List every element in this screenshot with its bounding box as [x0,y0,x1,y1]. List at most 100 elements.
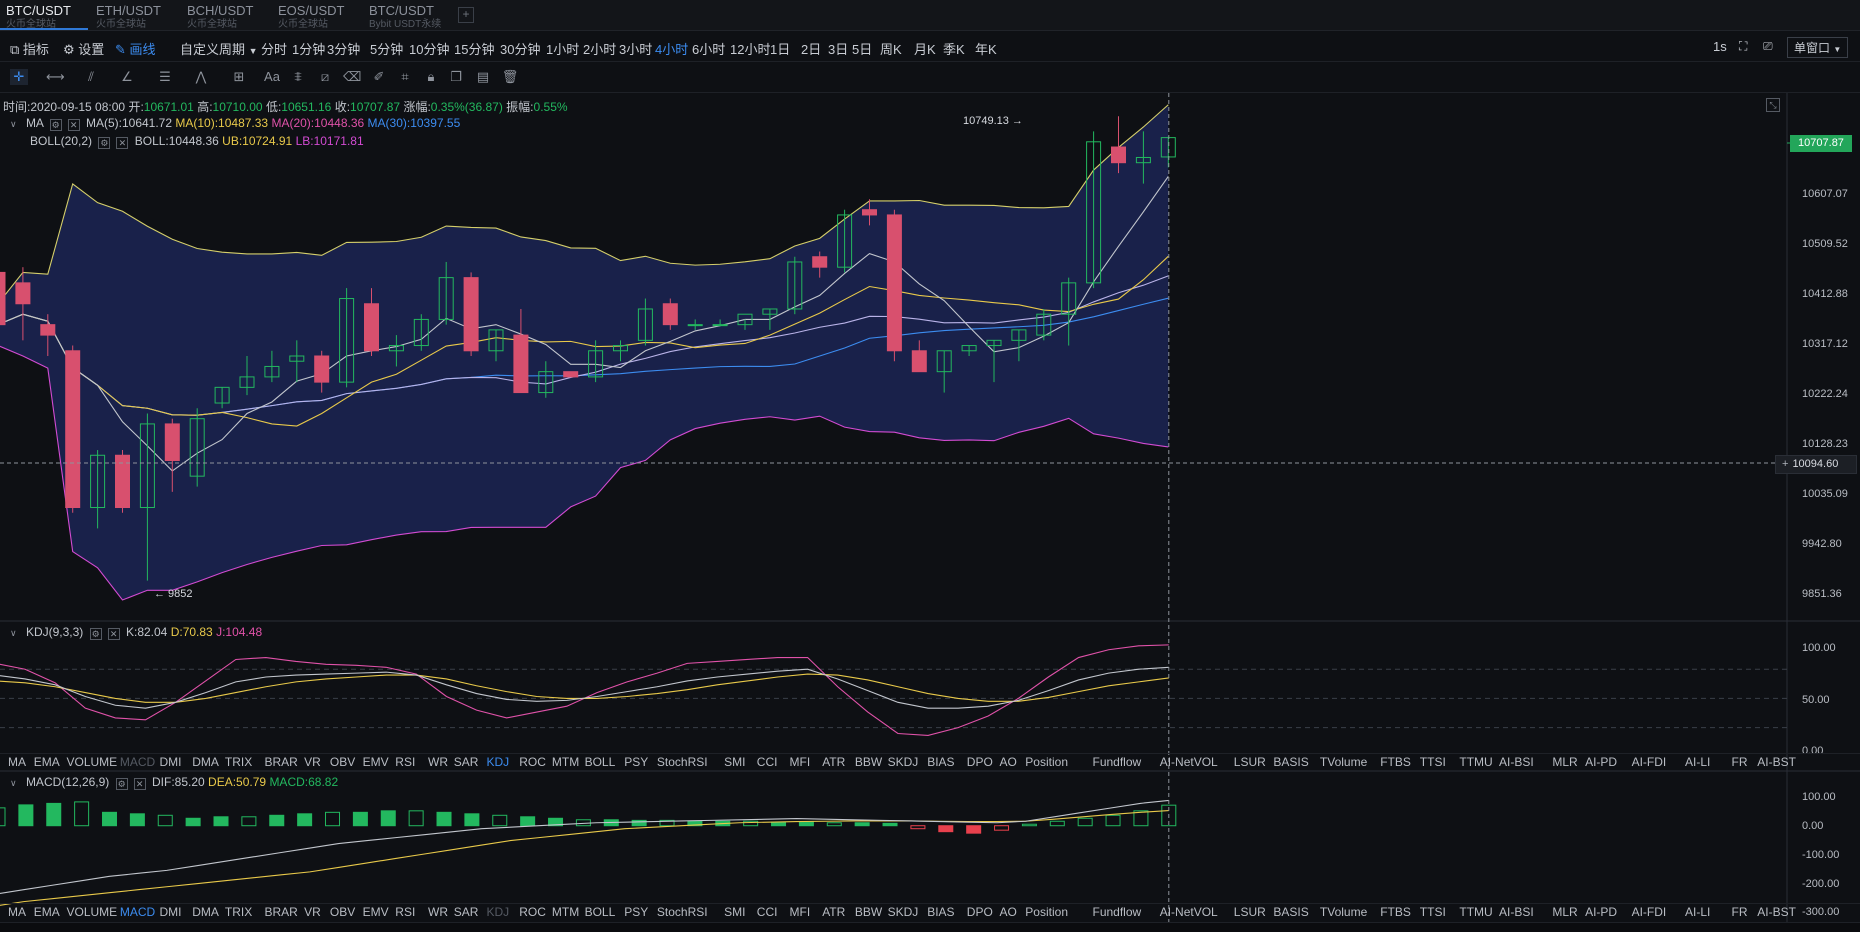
indicator-bias[interactable]: BIAS [927,905,954,919]
indicator-macd[interactable]: MACD [120,905,155,919]
indicator-ma[interactable]: MA [8,755,26,769]
indicator-roc[interactable]: ROC [519,755,546,769]
indicator-psy[interactable]: PSY [624,905,648,919]
indicator-trix[interactable]: TRIX [225,905,252,919]
indicator-emv[interactable]: EMV [363,755,389,769]
indicator-dmi[interactable]: DMI [160,905,182,919]
indicator-trix[interactable]: TRIX [225,755,252,769]
indicator-psy[interactable]: PSY [624,755,648,769]
indicator-ema[interactable]: EMA [34,755,60,769]
indicator-emv[interactable]: EMV [363,905,389,919]
indicator-bbw[interactable]: BBW [855,755,882,769]
indicator-ai-netvol[interactable]: AI-NetVOL [1160,755,1218,769]
indicator-lsur[interactable]: LSUR [1234,755,1266,769]
close-icon[interactable]: ✕ [133,778,146,790]
indicator-stochrsi[interactable]: StochRSI [657,905,708,919]
indicator-dpo[interactable]: DPO [967,905,993,919]
indicator-boll[interactable]: BOLL [585,905,616,919]
indicator-ftbs[interactable]: FTBS [1380,905,1411,919]
indicator-volume[interactable]: VOLUME [67,905,118,919]
settings-icon[interactable]: ⚙ [49,119,62,131]
close-icon[interactable]: ✕ [116,137,129,149]
indicator-ema[interactable]: EMA [34,905,60,919]
collapse-icon[interactable]: ∨ [10,119,17,129]
indicator-skdj[interactable]: SKDJ [888,755,919,769]
indicator-bias[interactable]: BIAS [927,755,954,769]
indicator-ai-fdi[interactable]: AI-FDI [1632,905,1667,919]
indicator-kdj[interactable]: KDJ [487,905,510,919]
indicator-ao[interactable]: AO [1000,905,1017,919]
indicator-boll[interactable]: BOLL [585,755,616,769]
indicator-mfi[interactable]: MFI [790,755,811,769]
indicator-roc[interactable]: ROC [519,905,546,919]
close-icon[interactable]: ✕ [107,628,120,640]
indicator-ai-pd[interactable]: AI-PD [1585,755,1617,769]
indicator-ai-netvol[interactable]: AI-NetVOL [1160,905,1218,919]
indicator-ttmu[interactable]: TTMU [1459,905,1492,919]
indicator-fundflow[interactable]: Fundflow [1093,755,1142,769]
indicator-smi[interactable]: SMI [724,755,745,769]
indicator-skdj[interactable]: SKDJ [888,905,919,919]
indicator-cci[interactable]: CCI [757,905,778,919]
indicator-fr[interactable]: FR [1732,905,1748,919]
indicator-lsur[interactable]: LSUR [1234,905,1266,919]
indicator-obv[interactable]: OBV [330,755,355,769]
indicator-tvolume[interactable]: TVolume [1320,905,1367,919]
expand-icon[interactable]: ⤡ [1766,98,1780,112]
indicator-stochrsi[interactable]: StochRSI [657,755,708,769]
indicator-dma[interactable]: DMA [192,905,219,919]
collapse-icon[interactable]: ∨ [10,778,17,788]
indicator-mlr[interactable]: MLR [1552,905,1577,919]
indicator-mtm[interactable]: MTM [552,755,579,769]
settings-icon[interactable]: ⚙ [115,778,128,790]
indicator-brar[interactable]: BRAR [265,755,298,769]
indicator-fr[interactable]: FR [1732,755,1748,769]
indicator-vr[interactable]: VR [304,755,321,769]
indicator-tvolume[interactable]: TVolume [1320,755,1367,769]
indicator-ao[interactable]: AO [1000,755,1017,769]
indicator-wr[interactable]: WR [428,905,448,919]
indicator-ai-bsi[interactable]: AI-BSI [1499,905,1534,919]
plus-icon[interactable]: + [1782,458,1788,470]
indicator-atr[interactable]: ATR [822,905,845,919]
indicator-ai-bst[interactable]: AI-BST [1757,755,1796,769]
close-icon[interactable]: ✕ [67,119,80,131]
indicator-brar[interactable]: BRAR [265,905,298,919]
indicator-basis[interactable]: BASIS [1273,755,1308,769]
collapse-icon[interactable]: ∨ [10,628,17,638]
indicator-macd[interactable]: MACD [120,755,155,769]
indicator-ttsi[interactable]: TTSI [1420,755,1446,769]
indicator-rsi[interactable]: RSI [395,905,415,919]
indicator-dmi[interactable]: DMI [160,755,182,769]
indicator-fundflow[interactable]: Fundflow [1093,905,1142,919]
indicator-dma[interactable]: DMA [192,755,219,769]
settings-icon[interactable]: ⚙ [89,628,102,640]
indicator-dpo[interactable]: DPO [967,755,993,769]
indicator-ma[interactable]: MA [8,905,26,919]
indicator-ai-pd[interactable]: AI-PD [1585,905,1617,919]
indicator-wr[interactable]: WR [428,755,448,769]
indicator-position[interactable]: Position [1025,755,1068,769]
indicator-mlr[interactable]: MLR [1552,755,1577,769]
indicator-mfi[interactable]: MFI [790,905,811,919]
indicator-volume[interactable]: VOLUME [67,755,118,769]
indicator-rsi[interactable]: RSI [395,755,415,769]
indicator-position[interactable]: Position [1025,905,1068,919]
indicator-smi[interactable]: SMI [724,905,745,919]
indicator-ai-bsi[interactable]: AI-BSI [1499,755,1534,769]
indicator-vr[interactable]: VR [304,905,321,919]
indicator-sar[interactable]: SAR [454,905,479,919]
indicator-ai-bst[interactable]: AI-BST [1757,905,1796,919]
indicator-obv[interactable]: OBV [330,905,355,919]
settings-icon[interactable]: ⚙ [98,137,111,149]
indicator-cci[interactable]: CCI [757,755,778,769]
indicator-ttmu[interactable]: TTMU [1459,755,1492,769]
indicator-atr[interactable]: ATR [822,755,845,769]
indicator-mtm[interactable]: MTM [552,905,579,919]
indicator-basis[interactable]: BASIS [1273,905,1308,919]
indicator-kdj[interactable]: KDJ [487,755,510,769]
indicator-ai-li[interactable]: AI-LI [1685,905,1710,919]
indicator-ai-fdi[interactable]: AI-FDI [1632,755,1667,769]
indicator-ai-li[interactable]: AI-LI [1685,755,1710,769]
indicator-sar[interactable]: SAR [454,755,479,769]
